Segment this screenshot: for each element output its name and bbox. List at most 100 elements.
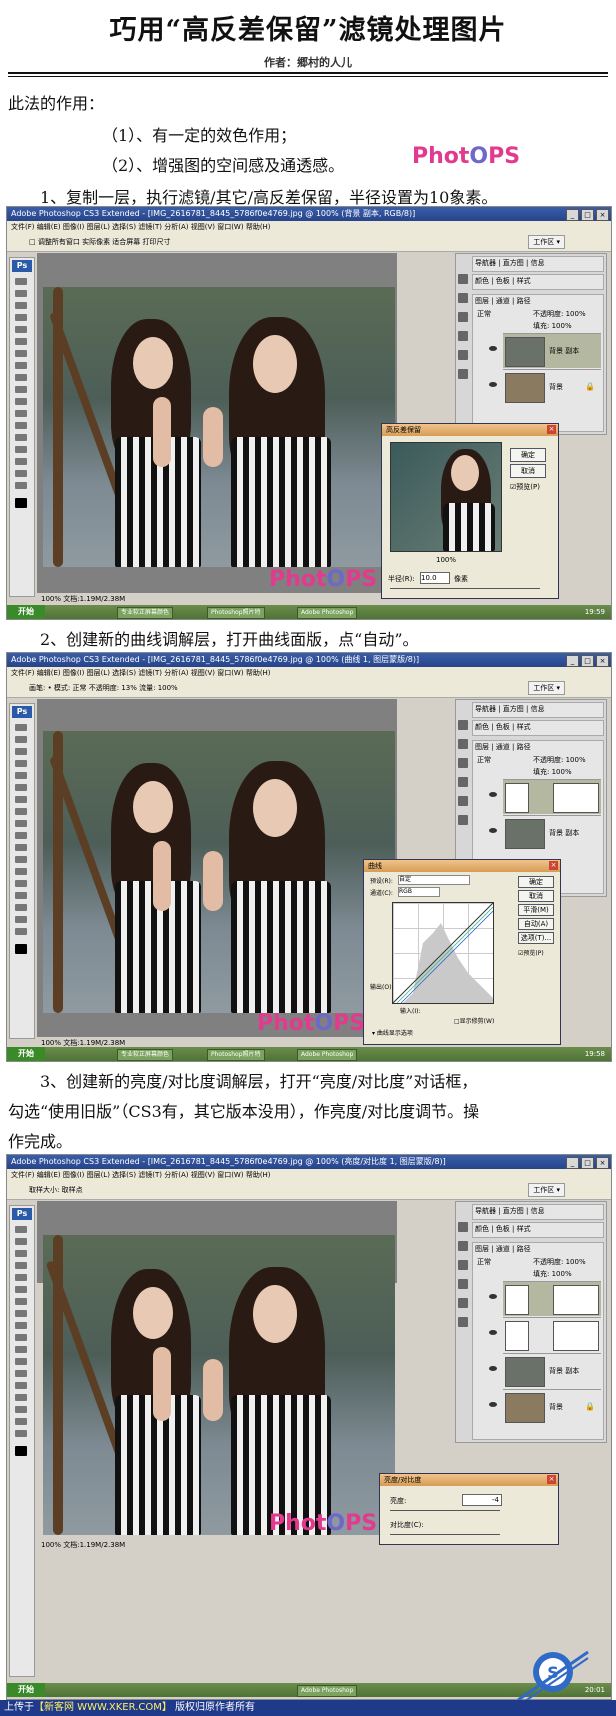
maximize-button[interactable]: □ [581, 209, 594, 221]
curve-display-options[interactable]: ▾ 曲线显示选项 [372, 1028, 413, 1037]
color-tabs[interactable]: 颜色 | 色板 | 样式 [475, 722, 531, 732]
layer-row[interactable] [489, 779, 601, 814]
eye-icon[interactable] [489, 828, 497, 833]
maximize-button[interactable]: □ [581, 1157, 594, 1169]
fill-field[interactable]: 填充: 100% [533, 321, 572, 331]
preset-select[interactable]: 自定 [398, 875, 470, 885]
workspace-menu[interactable]: 工作区 ▾ [528, 235, 565, 249]
start-button[interactable]: 开始 [7, 605, 45, 619]
window-controls: _ □ × [566, 1157, 609, 1169]
panel-icons[interactable] [458, 274, 470, 388]
workspace-menu[interactable]: 工作区 ▾ [528, 1183, 565, 1197]
options-bar[interactable]: 取样大小: 取样点 [7, 1181, 611, 1200]
task-item[interactable]: Photoshop照片特 [207, 1049, 265, 1061]
maximize-button[interactable]: □ [581, 655, 594, 667]
preview-checkbox[interactable]: ☑预览(P) [518, 948, 544, 957]
brightness-input[interactable]: -4 [462, 1494, 502, 1506]
contrast-slider[interactable] [390, 1534, 500, 1535]
blend-mode[interactable]: 正常 [477, 1257, 491, 1267]
photops-logo: PhotOPS [412, 144, 521, 169]
tool-palette[interactable]: Ps [9, 257, 35, 597]
curve-graph[interactable] [392, 902, 494, 1004]
layer-row[interactable]: 背景 副本 [489, 1353, 601, 1388]
close-button[interactable]: × [596, 209, 609, 221]
preview-checkbox[interactable]: ☑预览(P) [510, 482, 540, 492]
options-bar[interactable]: □ 调整所有窗口 实际像素 适合屏幕 打印尺寸 [7, 233, 611, 252]
dialog-title: 高反差保留 [382, 424, 558, 436]
panel-icons[interactable] [458, 720, 470, 834]
layer-row[interactable]: 背景 🔒 [489, 1389, 601, 1424]
fill-field[interactable]: 填充: 100% [533, 767, 572, 777]
task-item[interactable]: Photoshop照片特 [207, 607, 265, 619]
options-bar[interactable]: 画笔: • 模式: 正常 不透明度: 13% 流量: 100% [7, 679, 611, 698]
menu-bar[interactable]: 文件(F) 编辑(E) 图像(I) 图层(L) 选择(S) 滤镜(T) 分析(A… [7, 1169, 611, 1181]
fill-field[interactable]: 填充: 100% [533, 1269, 572, 1279]
auto-button[interactable]: 自动(A) [518, 918, 554, 930]
show-clipping-checkbox[interactable]: □显示修剪(W) [454, 1016, 494, 1025]
color-tabs[interactable]: 颜色 | 色板 | 样式 [475, 276, 531, 286]
close-button[interactable]: × [596, 1157, 609, 1169]
menu-bar[interactable]: 文件(F) 编辑(E) 图像(I) 图层(L) 选择(S) 滤镜(T) 分析(A… [7, 667, 611, 679]
layers-tabs[interactable]: 图层 | 通道 | 路径 [475, 296, 531, 306]
close-button[interactable]: × [596, 655, 609, 667]
eye-icon[interactable] [489, 1294, 497, 1299]
menu-bar[interactable]: 文件(F) 编辑(E) 图像(I) 图层(L) 选择(S) 滤镜(T) 分析(A… [7, 221, 611, 233]
layers-tabs[interactable]: 图层 | 通道 | 路径 [475, 1244, 531, 1254]
close-icon[interactable]: × [549, 861, 558, 870]
start-button[interactable]: 开始 [7, 1047, 45, 1061]
task-item[interactable]: Adobe Photoshop [297, 1685, 358, 1697]
brightness-slider[interactable] [390, 1510, 500, 1511]
color-tabs[interactable]: 颜色 | 色板 | 样式 [475, 1224, 531, 1234]
navigator-tabs[interactable]: 导航器 | 直方图 | 信息 [475, 258, 545, 268]
smooth-button[interactable]: 平滑(M) [518, 904, 554, 916]
eye-icon[interactable] [489, 1402, 497, 1407]
blend-mode[interactable]: 正常 [477, 309, 491, 319]
options-button[interactable]: 选项(T)... [518, 932, 554, 944]
eye-icon[interactable] [489, 346, 497, 351]
ok-button[interactable]: 确定 [510, 448, 546, 462]
photops-watermark: PhotOPS [257, 1011, 366, 1036]
ps-logo: Ps [12, 706, 32, 718]
footer-site-link[interactable]: 【新客网 WWW.XKER.COM】 [34, 1702, 172, 1713]
opacity-field[interactable]: 不透明度: 100% [533, 755, 586, 765]
channel-select[interactable]: RGB [398, 887, 440, 897]
layer-row[interactable]: 背景 副本 [489, 815, 601, 850]
layer-row[interactable] [489, 1281, 601, 1316]
opacity-field[interactable]: 不透明度: 100% [533, 309, 586, 319]
layer-row[interactable]: 背景 副本 [489, 333, 601, 368]
close-icon[interactable]: × [547, 1475, 556, 1484]
workspace-menu[interactable]: 工作区 ▾ [528, 681, 565, 695]
opacity-field[interactable]: 不透明度: 100% [533, 1257, 586, 1267]
start-button[interactable]: 开始 [7, 1683, 45, 1697]
cancel-button[interactable]: 取消 [510, 464, 546, 478]
radius-slider[interactable] [390, 588, 540, 589]
close-icon[interactable]: × [547, 425, 556, 434]
eye-icon[interactable] [489, 382, 497, 387]
radius-input[interactable]: 10.0 [420, 572, 450, 584]
cancel-button[interactable]: 取消 [518, 890, 554, 902]
layers-tabs[interactable]: 图层 | 通道 | 路径 [475, 742, 531, 752]
layer-row[interactable] [489, 1317, 601, 1352]
ok-button[interactable]: 确定 [518, 876, 554, 888]
tool-palette[interactable]: Ps [9, 1205, 35, 1677]
blend-mode[interactable]: 正常 [477, 755, 491, 765]
minimize-button[interactable]: _ [566, 209, 579, 221]
task-item[interactable]: 专业软正屏幕颜色 [117, 607, 174, 619]
divider [8, 76, 608, 77]
task-item[interactable]: 专业软正屏幕颜色 [117, 1049, 174, 1061]
tool-palette[interactable]: Ps [9, 703, 35, 1039]
layer-row[interactable]: 背景 🔒 [489, 369, 601, 404]
eye-icon[interactable] [489, 1366, 497, 1371]
step-3-line-1: 3、创建新的亮度/对比度调解层，打开“亮度/对比度”对话框， [40, 1072, 478, 1091]
navigator-tabs[interactable]: 导航器 | 直方图 | 信息 [475, 1206, 545, 1216]
eye-icon[interactable] [489, 792, 497, 797]
eye-icon[interactable] [489, 1330, 497, 1335]
panel-icons[interactable] [458, 1222, 470, 1336]
layer-mask-thumbnail [553, 1321, 599, 1351]
preset-label: 预设(R): [370, 878, 393, 885]
minimize-button[interactable]: _ [566, 655, 579, 667]
navigator-tabs[interactable]: 导航器 | 直方图 | 信息 [475, 704, 545, 714]
task-item[interactable]: Adobe Photoshop [297, 1049, 358, 1061]
task-item[interactable]: Adobe Photoshop [297, 607, 358, 619]
minimize-button[interactable]: _ [566, 1157, 579, 1169]
